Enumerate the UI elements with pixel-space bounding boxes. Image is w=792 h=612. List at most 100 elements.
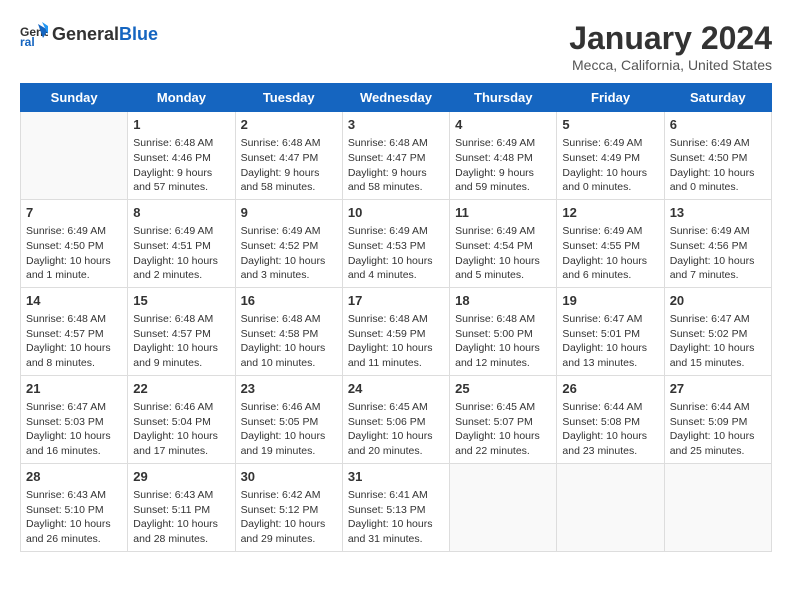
calendar-week-row: 28Sunrise: 6:43 AMSunset: 5:10 PMDayligh… [21, 463, 772, 551]
day-info-line: and 19 minutes. [241, 444, 337, 459]
day-info-line: Daylight: 10 hours [562, 166, 658, 181]
day-info-line: Sunset: 4:56 PM [670, 239, 766, 254]
calendar-cell: 11Sunrise: 6:49 AMSunset: 4:54 PMDayligh… [450, 199, 557, 287]
day-info-line: Sunset: 5:06 PM [348, 415, 444, 430]
day-info-line: Sunrise: 6:45 AM [348, 400, 444, 415]
day-info-line: Sunrise: 6:49 AM [455, 224, 551, 239]
day-info-line: Sunset: 5:08 PM [562, 415, 658, 430]
day-info-line: Sunrise: 6:43 AM [26, 488, 122, 503]
day-info-line: Sunset: 5:11 PM [133, 503, 229, 518]
day-number: 6 [670, 116, 766, 134]
header-thursday: Thursday [450, 84, 557, 112]
day-info-line: and 23 minutes. [562, 444, 658, 459]
day-info-line: Sunrise: 6:49 AM [670, 136, 766, 151]
calendar-subtitle: Mecca, California, United States [569, 57, 772, 73]
day-info-line: Sunset: 4:50 PM [670, 151, 766, 166]
day-number: 16 [241, 292, 337, 310]
calendar-week-row: 7Sunrise: 6:49 AMSunset: 4:50 PMDaylight… [21, 199, 772, 287]
day-info-line: Daylight: 10 hours [670, 166, 766, 181]
calendar-cell: 1Sunrise: 6:48 AMSunset: 4:46 PMDaylight… [128, 112, 235, 200]
day-info-line: Sunrise: 6:47 AM [562, 312, 658, 327]
day-info-line: and 58 minutes. [241, 180, 337, 195]
day-info-line: Sunset: 5:13 PM [348, 503, 444, 518]
calendar-cell: 13Sunrise: 6:49 AMSunset: 4:56 PMDayligh… [664, 199, 771, 287]
day-info-line: Sunrise: 6:49 AM [562, 136, 658, 151]
day-number: 31 [348, 468, 444, 486]
day-info-line: Sunrise: 6:48 AM [133, 136, 229, 151]
calendar-cell: 5Sunrise: 6:49 AMSunset: 4:49 PMDaylight… [557, 112, 664, 200]
day-info-line: and 12 minutes. [455, 356, 551, 371]
day-info-line: and 0 minutes. [670, 180, 766, 195]
day-number: 17 [348, 292, 444, 310]
day-info-line: Sunrise: 6:49 AM [455, 136, 551, 151]
day-info-line: Sunset: 4:54 PM [455, 239, 551, 254]
day-info-line: and 59 minutes. [455, 180, 551, 195]
day-info-line: and 20 minutes. [348, 444, 444, 459]
day-info-line: and 10 minutes. [241, 356, 337, 371]
day-info-line: and 31 minutes. [348, 532, 444, 547]
day-number: 7 [26, 204, 122, 222]
day-info-line: and 58 minutes. [348, 180, 444, 195]
day-number: 9 [241, 204, 337, 222]
calendar-cell: 24Sunrise: 6:45 AMSunset: 5:06 PMDayligh… [342, 375, 449, 463]
calendar-cell: 3Sunrise: 6:48 AMSunset: 4:47 PMDaylight… [342, 112, 449, 200]
day-info-line: Daylight: 10 hours [670, 341, 766, 356]
calendar-title: January 2024 [569, 20, 772, 57]
calendar-cell: 15Sunrise: 6:48 AMSunset: 4:57 PMDayligh… [128, 287, 235, 375]
day-info-line: Sunrise: 6:49 AM [348, 224, 444, 239]
day-number: 21 [26, 380, 122, 398]
day-info-line: Sunset: 5:09 PM [670, 415, 766, 430]
day-info-line: Sunset: 4:51 PM [133, 239, 229, 254]
day-info-line: Sunset: 5:01 PM [562, 327, 658, 342]
day-number: 15 [133, 292, 229, 310]
calendar-cell: 26Sunrise: 6:44 AMSunset: 5:08 PMDayligh… [557, 375, 664, 463]
day-number: 24 [348, 380, 444, 398]
day-info-line: Daylight: 10 hours [348, 341, 444, 356]
day-info-line: Daylight: 10 hours [241, 517, 337, 532]
day-info-line: Daylight: 10 hours [133, 254, 229, 269]
day-number: 28 [26, 468, 122, 486]
calendar-cell: 30Sunrise: 6:42 AMSunset: 5:12 PMDayligh… [235, 463, 342, 551]
day-info-line: Sunrise: 6:49 AM [26, 224, 122, 239]
day-number: 27 [670, 380, 766, 398]
day-number: 13 [670, 204, 766, 222]
calendar-cell: 23Sunrise: 6:46 AMSunset: 5:05 PMDayligh… [235, 375, 342, 463]
day-number: 14 [26, 292, 122, 310]
calendar-cell: 10Sunrise: 6:49 AMSunset: 4:53 PMDayligh… [342, 199, 449, 287]
day-info-line: Sunrise: 6:49 AM [133, 224, 229, 239]
day-info-line: Sunset: 5:12 PM [241, 503, 337, 518]
calendar-cell: 17Sunrise: 6:48 AMSunset: 4:59 PMDayligh… [342, 287, 449, 375]
header-tuesday: Tuesday [235, 84, 342, 112]
calendar-cell: 9Sunrise: 6:49 AMSunset: 4:52 PMDaylight… [235, 199, 342, 287]
day-info-line: Sunset: 5:02 PM [670, 327, 766, 342]
svg-text:ral: ral [20, 35, 35, 48]
day-number: 3 [348, 116, 444, 134]
day-number: 26 [562, 380, 658, 398]
day-info-line: Sunrise: 6:41 AM [348, 488, 444, 503]
day-info-line: Daylight: 10 hours [455, 429, 551, 444]
calendar-cell [450, 463, 557, 551]
logo-general-text: General [52, 24, 119, 44]
day-info-line: Daylight: 10 hours [670, 429, 766, 444]
day-info-line: Sunrise: 6:47 AM [670, 312, 766, 327]
day-info-line: and 2 minutes. [133, 268, 229, 283]
day-info-line: Sunset: 4:47 PM [241, 151, 337, 166]
day-info-line: Sunset: 4:53 PM [348, 239, 444, 254]
day-number: 4 [455, 116, 551, 134]
day-number: 20 [670, 292, 766, 310]
day-info-line: and 3 minutes. [241, 268, 337, 283]
logo-icon: Gene ral [20, 20, 48, 48]
day-info-line: and 29 minutes. [241, 532, 337, 547]
day-info-line: and 0 minutes. [562, 180, 658, 195]
day-info-line: Daylight: 10 hours [26, 517, 122, 532]
day-info-line: and 17 minutes. [133, 444, 229, 459]
day-number: 22 [133, 380, 229, 398]
day-number: 25 [455, 380, 551, 398]
calendar-cell: 14Sunrise: 6:48 AMSunset: 4:57 PMDayligh… [21, 287, 128, 375]
day-info-line: Sunset: 4:50 PM [26, 239, 122, 254]
day-number: 19 [562, 292, 658, 310]
calendar-cell: 28Sunrise: 6:43 AMSunset: 5:10 PMDayligh… [21, 463, 128, 551]
day-number: 1 [133, 116, 229, 134]
day-info-line: Daylight: 10 hours [241, 429, 337, 444]
day-info-line: Sunset: 5:07 PM [455, 415, 551, 430]
